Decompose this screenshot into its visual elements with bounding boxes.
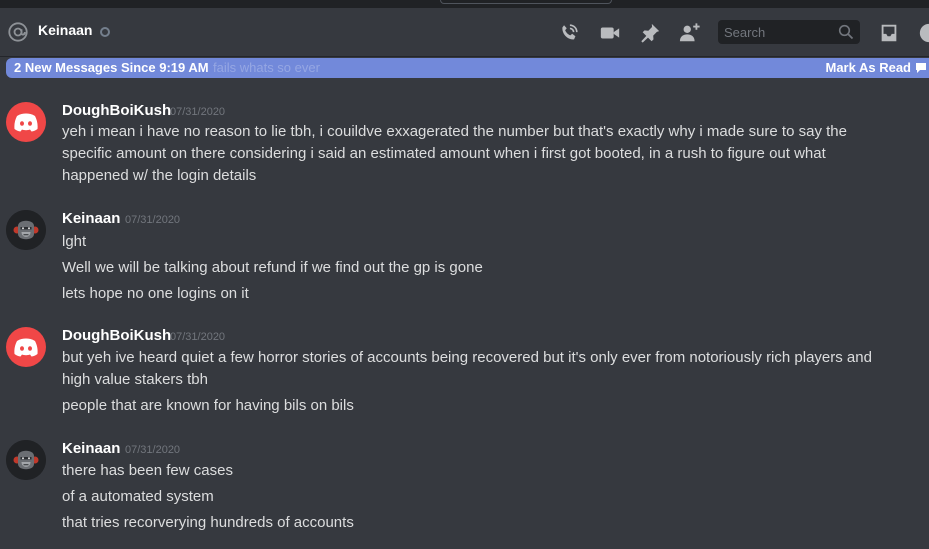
mark-as-read-button[interactable]: Mark As Read	[826, 60, 912, 75]
discord-default-red-avatar[interactable]	[6, 327, 46, 367]
status-offline-icon	[100, 27, 110, 37]
message-text: people that are known for having bils on…	[62, 397, 354, 414]
message-timestamp: 07/31/2020	[170, 331, 226, 343]
channel-header: Keinaan	[0, 8, 929, 56]
message-text: specific amount on there considering i s…	[62, 145, 826, 162]
message-text: of a automated system	[62, 488, 214, 505]
new-messages-ghost-text: fails whats so ever	[213, 60, 320, 75]
video-call-icon[interactable]	[599, 22, 621, 44]
inbox-icon[interactable]	[878, 22, 900, 44]
discord-default-red-avatar[interactable]	[6, 102, 46, 142]
pin-icon[interactable]	[639, 22, 661, 44]
discord-logo-icon	[14, 338, 38, 357]
window-notch	[440, 0, 612, 4]
message-author[interactable]: Keinaan	[62, 210, 120, 227]
message-group: Keinaan 07/31/2020 there has been few ca…	[0, 438, 929, 538]
help-icon[interactable]	[918, 22, 929, 44]
gorilla-face-icon	[6, 440, 46, 480]
message-text: high value stakers tbh	[62, 371, 208, 388]
message-group: DoughBoiKush 07/31/2020 but yeh ive hear…	[0, 325, 929, 420]
phone-call-icon[interactable]	[558, 22, 580, 44]
message-author[interactable]: Keinaan	[62, 440, 120, 457]
message-group: Keinaan 07/31/2020 lght Well we will be …	[0, 208, 929, 308]
window-top-strip	[0, 0, 929, 8]
message-timestamp: 07/31/2020	[170, 106, 226, 118]
mark-read-icon[interactable]	[915, 62, 927, 74]
message-text: that tries recorverying hundreds of acco…	[62, 514, 354, 531]
message-text: Well we will be talking about refund if …	[62, 259, 483, 276]
message-timestamp: 07/31/2020	[125, 214, 181, 226]
new-messages-bar[interactable]: 2 New Messages Since 9:19 AM fails whats…	[6, 58, 929, 78]
message-text: happened w/ the login details	[62, 167, 257, 184]
message-text: lght	[62, 233, 87, 250]
search-input[interactable]	[718, 20, 840, 44]
channel-name: Keinaan	[38, 22, 93, 38]
gorilla-avatar[interactable]	[6, 440, 46, 480]
new-messages-label[interactable]: 2 New Messages Since 9:19 AM	[14, 60, 209, 75]
message-group: DoughBoiKush 07/31/2020 yeh i mean i hav…	[0, 100, 929, 190]
search-box[interactable]	[718, 20, 860, 44]
discord-logo-icon	[14, 113, 38, 132]
add-friend-icon[interactable]	[679, 22, 701, 44]
message-author[interactable]: DoughBoiKush	[62, 327, 171, 344]
message-text: yeh i mean i have no reason to lie tbh, …	[62, 123, 847, 140]
message-text: but yeh ive heard quiet a few horror sto…	[62, 349, 872, 366]
at-icon	[8, 22, 28, 42]
message-text: there has been few cases	[62, 462, 233, 479]
gorilla-avatar[interactable]	[6, 210, 46, 250]
gorilla-face-icon	[6, 210, 46, 250]
message-text: lets hope no one logins on it	[62, 285, 249, 302]
search-icon[interactable]	[838, 24, 854, 40]
message-author[interactable]: DoughBoiKush	[62, 102, 171, 119]
message-timestamp: 07/31/2020	[125, 444, 181, 456]
